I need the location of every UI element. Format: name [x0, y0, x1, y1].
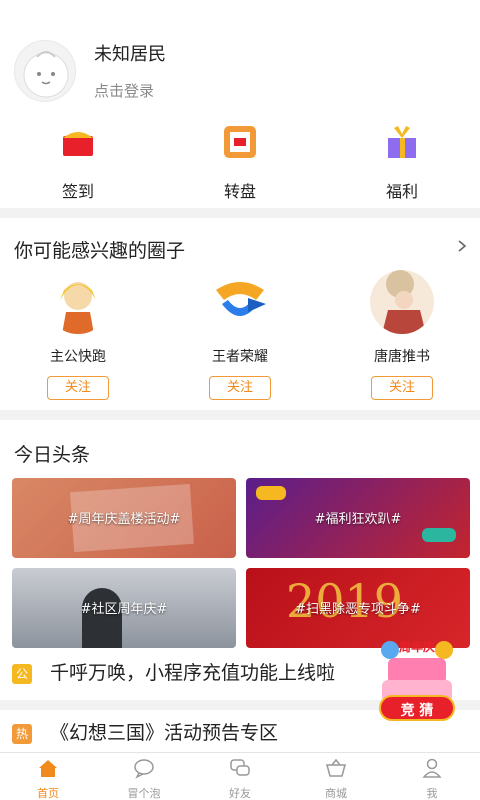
- headlines-title: 今日头条: [14, 444, 91, 466]
- follow-button[interactable]: 关注: [47, 376, 109, 400]
- tab-label: 商城: [325, 787, 347, 800]
- user-name: 未知居民: [94, 44, 166, 65]
- headline-text: 《幻想三国》活动预告专区: [50, 722, 279, 744]
- basket-icon: [326, 758, 346, 777]
- guess-promo-badge[interactable]: 周年庆 竞 猜: [374, 632, 460, 722]
- circle-avatar: [46, 270, 110, 334]
- circle-name: 王者荣耀: [212, 349, 268, 365]
- wheel-button[interactable]: 转盘: [200, 124, 280, 204]
- tab-me[interactable]: 我: [384, 753, 480, 800]
- circle-item[interactable]: 王者荣耀 关注: [180, 270, 300, 400]
- gift-icon: [388, 126, 416, 158]
- banner-caption: #福利狂欢趴#: [314, 512, 402, 527]
- hot-tag: 热: [12, 724, 32, 744]
- follow-button[interactable]: 关注: [209, 376, 271, 400]
- circle-name: 唐唐推书: [374, 349, 430, 365]
- tab-home[interactable]: 首页: [0, 753, 96, 800]
- red-envelope-icon: [63, 132, 93, 156]
- tab-label: 冒个泡: [127, 787, 161, 800]
- login-link[interactable]: 点击登录: [94, 80, 154, 101]
- promo-button-label: 竞 猜: [400, 703, 434, 719]
- bubble-icon: [134, 759, 154, 779]
- circle-item[interactable]: 唐唐推书 关注: [342, 270, 462, 400]
- user-icon: [422, 758, 442, 778]
- circle-name: 主公快跑: [50, 349, 106, 365]
- tab-label: 好友: [229, 787, 251, 800]
- welfare-label: 福利: [385, 182, 418, 201]
- checkin-label: 签到: [61, 182, 94, 201]
- bottom-tab-bar: 首页 冒个泡 好友 商城 我: [0, 752, 480, 800]
- chevron-right-icon[interactable]: [456, 240, 468, 252]
- banner-tile[interactable]: #福利狂欢趴#: [246, 478, 470, 558]
- banner-tile[interactable]: #社区周年庆#: [12, 568, 236, 648]
- default-avatar-icon: [23, 51, 69, 98]
- tab-bubble[interactable]: 冒个泡: [96, 753, 192, 800]
- checkin-button[interactable]: 签到: [38, 124, 118, 204]
- tab-label: 我: [426, 787, 438, 800]
- banner-caption: #周年庆盖楼活动#: [67, 512, 181, 527]
- notice-tag: 公: [12, 664, 32, 684]
- profile-section[interactable]: 未知居民 点击登录: [0, 0, 480, 112]
- chat-icon: [230, 759, 250, 776]
- circle-avatar: [370, 270, 434, 334]
- banner-tile[interactable]: #周年庆盖楼活动#: [12, 478, 236, 558]
- tab-friends[interactable]: 好友: [192, 753, 288, 800]
- home-icon: [39, 760, 57, 777]
- banner-caption: #社区周年庆#: [80, 602, 168, 617]
- tab-label: 首页: [37, 787, 59, 800]
- circle-item[interactable]: 主公快跑 关注: [18, 270, 138, 400]
- follow-button[interactable]: 关注: [371, 376, 433, 400]
- quick-actions: 签到 转盘 福利: [0, 112, 480, 208]
- promo-title: 周年庆: [398, 640, 435, 654]
- banner-caption: #扫黑除恶专项斗争#: [295, 602, 421, 617]
- circle-avatar: [208, 270, 272, 334]
- wheel-label: 转盘: [223, 182, 256, 201]
- circles-title: 你可能感兴趣的圈子: [14, 240, 186, 262]
- tab-shop[interactable]: 商城: [288, 753, 384, 800]
- wheel-icon: [224, 126, 256, 158]
- avatar[interactable]: [14, 40, 76, 102]
- circles-section: 你可能感兴趣的圈子 主公快跑 关注 王者荣耀 关注 唐唐推书 关注: [0, 218, 480, 410]
- headline-text: 千呼万唤，小程序充值功能上线啦: [50, 662, 336, 684]
- welfare-button[interactable]: 福利: [362, 124, 442, 204]
